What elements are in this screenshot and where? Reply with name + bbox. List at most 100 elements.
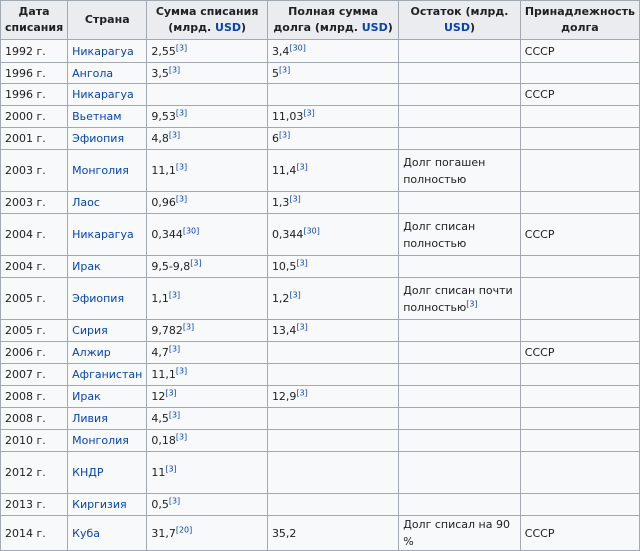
total-value: 1,3 [271,196,290,209]
cell-owner: СССР [519,39,640,63]
country-link[interactable]: Монголия [72,164,129,177]
country-link[interactable]: Куба [72,527,100,540]
header-remainder[interactable]: Остаток (млрд. USD) [398,0,521,40]
reference-link[interactable]: [3] [176,43,187,52]
country-link[interactable]: Ангола [72,67,113,80]
reference-link[interactable]: [3] [176,366,187,375]
cell-writeoff: 31,7[20] [146,515,268,551]
writeoff-value: 31,7 [151,526,176,540]
reference-link[interactable]: [3] [165,388,176,397]
country-link[interactable]: Алжир [72,346,111,359]
writeoff-value: 4,8 [151,132,169,145]
total-value: 13,4 [271,324,297,337]
reference-link[interactable]: [3] [169,496,180,505]
country-link[interactable]: КНДР [72,466,103,479]
cell-remainder [398,105,521,128]
usd-link[interactable]: USD [444,21,470,34]
country-link[interactable]: Киргизия [72,498,126,511]
cell-date: 1996 г. [0,62,69,84]
reference-link[interactable]: [3] [176,194,187,203]
writeoff-value: 9,782 [151,324,183,337]
country-link[interactable]: Никарагуа [72,45,134,58]
table-row: 2005 г. Эфиопия 1,1[3] 1,2[3] Долг списан по… [0,277,640,320]
reference-link[interactable]: [3] [289,194,300,203]
cell-date: 2005 г. [0,277,69,320]
country-link[interactable]: Афганистан [72,368,142,381]
date-text: 2012 г. [5,466,46,479]
reference-link[interactable]: [3] [176,108,187,117]
country-link[interactable]: Никарагуа [72,88,134,101]
reference-link[interactable]: [3] [289,290,300,299]
country-link[interactable]: Эфиопия [72,292,124,305]
country-link[interactable]: Монголия [72,434,129,447]
owner-text: СССР [524,88,555,101]
reference-sup: [3] [165,464,176,473]
reference-link[interactable]: [3] [303,108,314,117]
reference-link[interactable]: [30] [289,43,305,52]
country-link[interactable]: Эфиопия [72,132,124,145]
cell-total [266,407,400,430]
cell-writeoff [146,83,268,106]
header-owner[interactable]: Принадлежность долга [519,0,640,40]
cell-total [266,341,400,364]
reference-link[interactable]: [3] [169,344,180,353]
reference-link[interactable]: [3] [279,65,290,74]
reference-link[interactable]: [3] [176,432,187,441]
reference-link[interactable]: [3] [466,299,477,308]
reference-link[interactable]: [3] [169,130,180,139]
reference-sup: [3] [296,388,307,397]
reference-link[interactable]: [3] [296,258,307,267]
date-text: 2008 г. [5,390,46,403]
country-link[interactable]: Лаос [72,196,100,209]
cell-total [266,493,400,516]
reference-sup: [3] [289,290,300,299]
country-link[interactable]: Ливия [72,412,108,425]
header-total[interactable]: Полная сумма долга (млрд. USD) [266,0,400,40]
header-country[interactable]: Страна [67,0,148,40]
reference-link[interactable]: [3] [190,258,201,267]
cell-remainder: Долг списан полностью [398,213,521,256]
cell-owner [519,385,640,408]
cell-country: Монголия [67,149,148,192]
country-link[interactable]: Сирия [72,324,108,337]
header-writeoff[interactable]: Сумма списания (млрд. USD) [146,0,268,40]
reference-sup: [3] [169,65,180,74]
reference-link[interactable]: [3] [296,322,307,331]
reference-link[interactable]: [3] [169,290,180,299]
cell-total: 11,03[3] [266,105,400,128]
writeoff-value: 0,344 [151,228,183,241]
country-link[interactable]: Никарагуа [72,228,134,241]
cell-owner [519,277,640,320]
cell-country: Алжир [67,341,148,364]
reference-link[interactable]: [3] [169,65,180,74]
reference-sup: [3] [183,322,194,331]
reference-link[interactable]: [3] [176,162,187,171]
country-link[interactable]: Ирак [72,390,101,403]
reference-sup: [3] [169,130,180,139]
writeoff-value: 9,53 [151,110,176,123]
cell-writeoff: 2,55[3] [146,39,268,63]
usd-link[interactable]: USD [362,21,388,34]
reference-link[interactable]: [3] [169,410,180,419]
writeoff-value: 11 [151,466,166,479]
cell-remainder [398,363,521,386]
usd-link[interactable]: USD [215,21,241,34]
cell-country: Ирак [67,255,148,278]
reference-link[interactable]: [30] [183,226,199,235]
reference-link[interactable]: [3] [279,130,290,139]
country-link[interactable]: Вьетнам [72,110,121,123]
reference-link[interactable]: [3] [296,388,307,397]
reference-link[interactable]: [20] [176,525,192,534]
country-link[interactable]: Ирак [72,260,101,273]
reference-link[interactable]: [3] [183,322,194,331]
cell-owner: СССР [519,83,640,106]
header-date[interactable]: Дата списания [0,0,69,40]
owner-text: СССР [524,346,555,359]
reference-link[interactable]: [3] [296,162,307,171]
reference-link[interactable]: [30] [303,226,319,235]
cell-total: 13,4[3] [266,319,400,342]
reference-link[interactable]: [3] [165,464,176,473]
cell-total: 1,3[3] [266,191,400,214]
total-value: 11,03 [271,110,304,123]
reference-sup: [3] [176,366,187,375]
